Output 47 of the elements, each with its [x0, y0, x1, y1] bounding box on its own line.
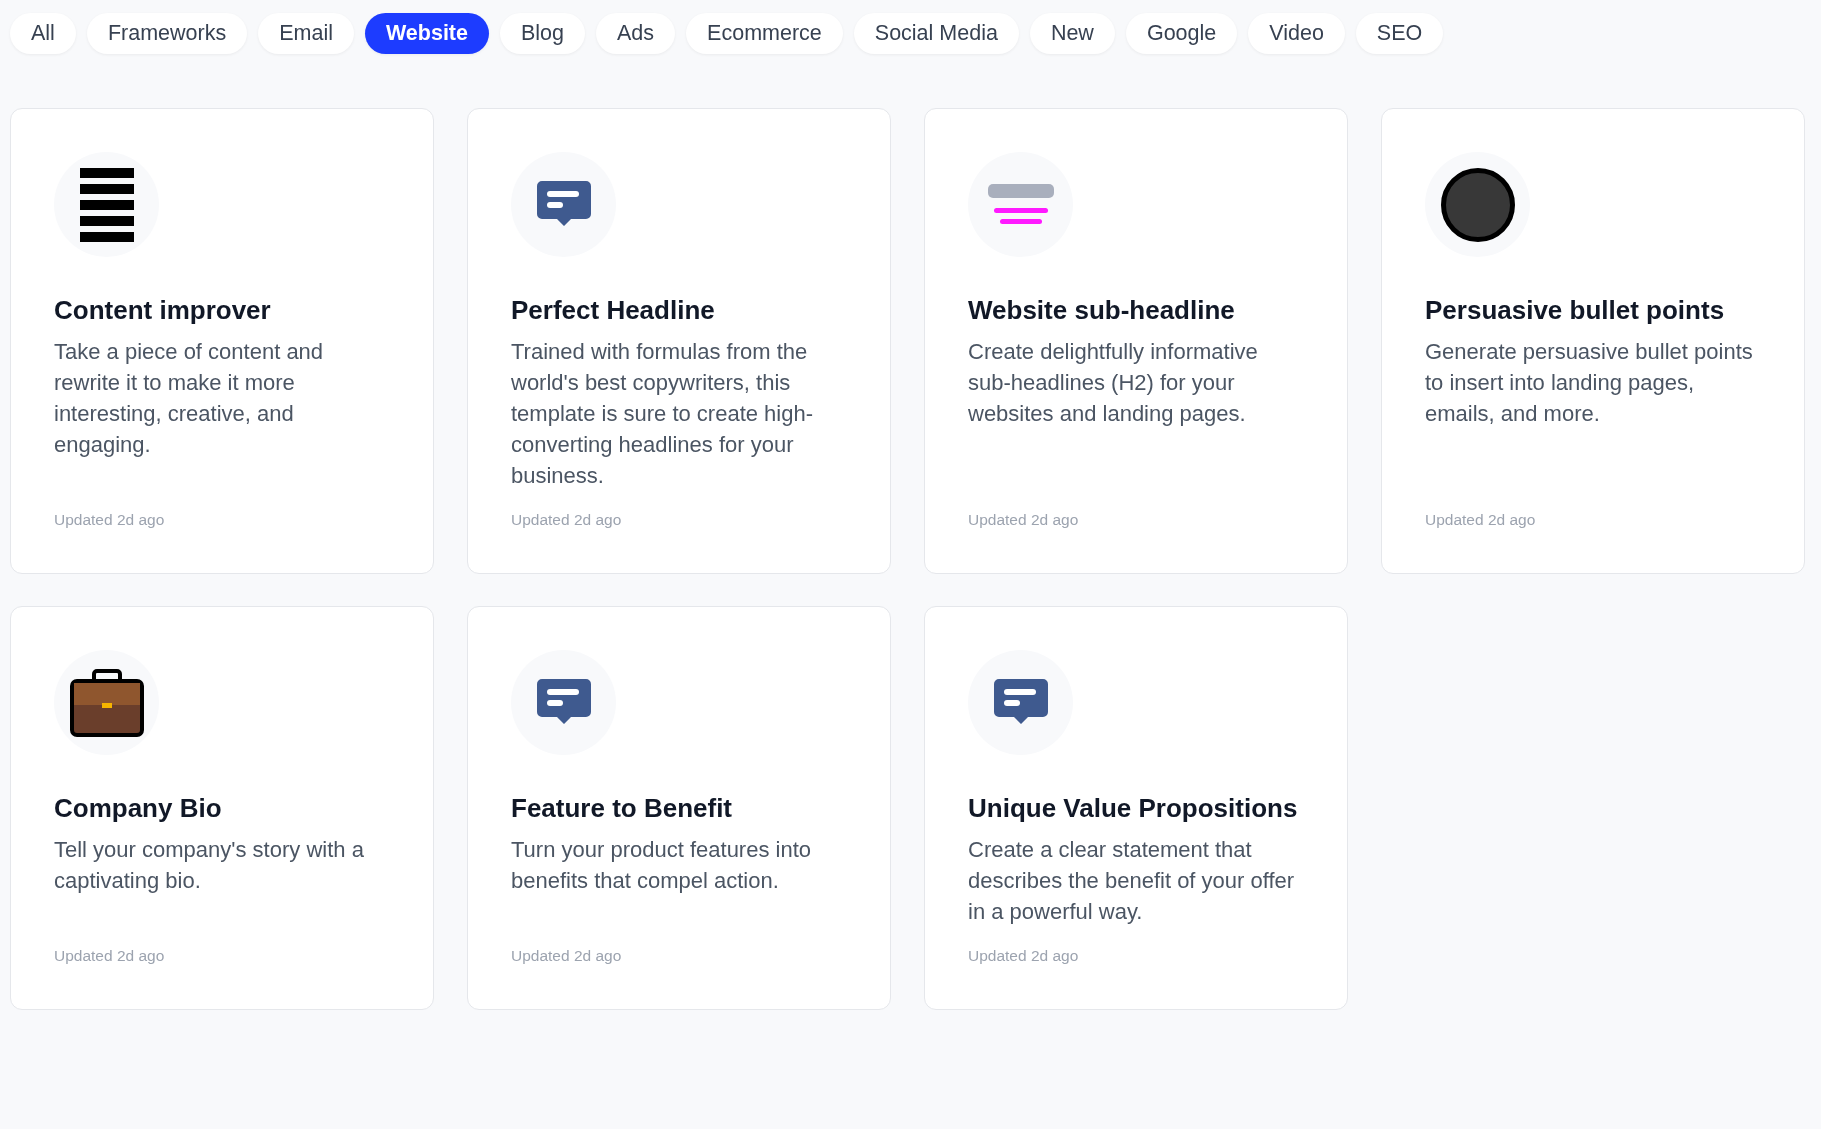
- category-tab[interactable]: New: [1029, 13, 1115, 54]
- card-title: Company Bio: [54, 793, 223, 824]
- category-tab[interactable]: Website: [364, 13, 489, 54]
- chat-icon: [536, 180, 591, 229]
- card-description: Trained with formulas from the world's best copywriters, this template is sure to create high-converting headlines for your business.: [511, 338, 815, 490]
- updated-time: Updated 2d ago: [54, 947, 166, 965]
- card-title: Feature to Benefit: [511, 793, 734, 824]
- template-card[interactable]: Company Bio Tell your company's story with a captivating bio. Updated 2d ago: [10, 606, 434, 1010]
- category-tab[interactable]: Ecommerce: [686, 13, 843, 54]
- circle-icon: [1440, 167, 1515, 242]
- card-description: Generate persuasive bullet points to insert into landing pages, emails, and more.: [1425, 338, 1754, 428]
- card-title: Content improver: [54, 295, 272, 326]
- category-tab[interactable]: All: [10, 13, 76, 54]
- card-title: Perfect Headline: [511, 295, 716, 326]
- category-tab[interactable]: Blog: [500, 13, 586, 54]
- card-description: Turn your product features into benefits that compel action.: [511, 836, 812, 895]
- updated-time: Updated 2d ago: [511, 511, 623, 529]
- template-card[interactable]: Unique Value Propositions Create a clear statement that describes the benefit of your offer in a powerful way. Updated 2d ago: [924, 606, 1348, 1010]
- category-tab[interactable]: Social Media: [853, 13, 1019, 54]
- chat-icon: [536, 678, 591, 727]
- chat-icon: [993, 678, 1048, 727]
- category-tab[interactable]: Email: [258, 13, 354, 54]
- card-description: Take a piece of content and rewrite it to make it more interesting, creative, and engaging.: [54, 338, 325, 459]
- card-title: Unique Value Propositions: [968, 793, 1299, 824]
- updated-time: Updated 2d ago: [54, 511, 166, 529]
- category-tab[interactable]: Frameworks: [86, 13, 248, 54]
- category-tab[interactable]: SEO: [1355, 13, 1444, 54]
- template-card[interactable]: Website sub-headline Create delightfully informative sub-headlines (H2) for your websites and landing pages. Updated 2d ago: [924, 108, 1348, 574]
- category-tab[interactable]: Video: [1248, 13, 1345, 54]
- template-card[interactable]: Perfect Headline Trained with formulas from the world's best copywriters, this template is sure to create high-converting headlines for your business. Updated 2d ago: [467, 108, 891, 574]
- card-description: Create delightfully informative sub-headlines (H2) for your websites and landing pages.: [968, 338, 1259, 428]
- template-card[interactable]: Feature to Benefit Turn your product features into benefits that compel action. Updated 2d ago: [467, 606, 891, 1010]
- briefcase-icon: [69, 668, 144, 737]
- card-description: Tell your company's story with a captivating bio.: [54, 836, 365, 895]
- category-tab[interactable]: Google: [1125, 13, 1238, 54]
- updated-time: Updated 2d ago: [968, 511, 1080, 529]
- card-title: Persuasive bullet points: [1425, 295, 1726, 326]
- updated-time: Updated 2d ago: [968, 947, 1080, 965]
- card-title: Website sub-headline: [968, 295, 1236, 326]
- updated-time: Updated 2d ago: [511, 947, 623, 965]
- card-description: Create a clear statement that describes the benefit of your offer in a powerful way.: [968, 836, 1296, 926]
- template-card[interactable]: Persuasive bullet points Generate persuasive bullet points to insert into landing pages, emails, and more. Updated 2d ago: [1381, 108, 1805, 574]
- category-tab[interactable]: Ads: [596, 13, 676, 54]
- text-lines-icon: [987, 183, 1054, 226]
- updated-time: Updated 2d ago: [1425, 511, 1537, 529]
- lines-icon: [79, 167, 134, 242]
- template-card[interactable]: Content improver Take a piece of content and rewrite it to make it more interesting, creative, and engaging. Updated 2d ago: [10, 108, 434, 574]
